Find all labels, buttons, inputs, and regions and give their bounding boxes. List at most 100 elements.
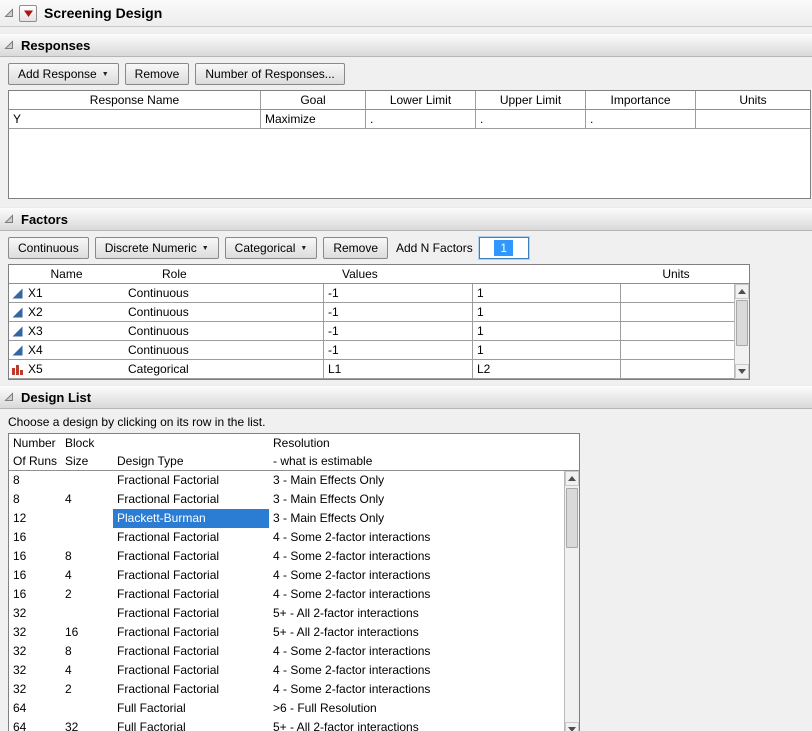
design-runs-cell[interactable]: 32 bbox=[9, 623, 61, 642]
scroll-up-button[interactable] bbox=[565, 471, 579, 486]
response-upper-limit-cell[interactable]: . bbox=[476, 110, 586, 129]
factor-value2-cell[interactable]: 1 bbox=[473, 284, 621, 303]
scroll-up-button[interactable] bbox=[735, 284, 749, 299]
design-resolution-cell[interactable]: 3 - Main Effects Only bbox=[269, 471, 579, 490]
design-block-size-cell[interactable] bbox=[61, 699, 113, 718]
factor-role-cell[interactable]: Continuous bbox=[124, 284, 324, 303]
scroll-down-button[interactable] bbox=[735, 364, 749, 379]
design-block-size-cell[interactable] bbox=[61, 509, 113, 528]
categorical-button[interactable]: Categorical ▼ bbox=[225, 237, 318, 259]
design-runs-cell[interactable]: 64 bbox=[9, 718, 61, 731]
design-resolution-cell[interactable]: 4 - Some 2-factor interactions bbox=[269, 547, 579, 566]
factor-units-cell[interactable] bbox=[621, 322, 749, 341]
design-resolution-cell[interactable]: 3 - Main Effects Only bbox=[269, 490, 579, 509]
design-block-size-cell[interactable]: 4 bbox=[61, 661, 113, 680]
design-resolution-cell[interactable]: 5+ - All 2-factor interactions bbox=[269, 623, 579, 642]
design-row[interactable]: 6432Full Factorial5+ - All 2-factor inte… bbox=[9, 718, 579, 731]
design-row[interactable]: 324Fractional Factorial4 - Some 2-factor… bbox=[9, 661, 579, 680]
design-block-size-cell[interactable] bbox=[61, 604, 113, 623]
factor-units-cell[interactable] bbox=[621, 341, 749, 360]
design-type-cell[interactable]: Fractional Factorial bbox=[113, 528, 269, 547]
design-row[interactable]: 322Fractional Factorial4 - Some 2-factor… bbox=[9, 680, 579, 699]
disclosure-triangle-icon[interactable] bbox=[4, 392, 14, 402]
design-type-cell[interactable]: Fractional Factorial bbox=[113, 547, 269, 566]
design-resolution-cell[interactable]: >6 - Full Resolution bbox=[269, 699, 579, 718]
factor-value2-cell[interactable]: L2 bbox=[473, 360, 621, 379]
design-runs-cell[interactable]: 8 bbox=[9, 490, 61, 509]
factor-role-cell[interactable]: Continuous bbox=[124, 303, 324, 322]
design-block-size-cell[interactable] bbox=[61, 471, 113, 490]
design-row[interactable]: 328Fractional Factorial4 - Some 2-factor… bbox=[9, 642, 579, 661]
scrollbar-thumb[interactable] bbox=[736, 300, 748, 346]
design-resolution-cell[interactable]: 4 - Some 2-factor interactions bbox=[269, 661, 579, 680]
design-resolution-cell[interactable]: 4 - Some 2-factor interactions bbox=[269, 680, 579, 699]
design-type-cell[interactable]: Fractional Factorial bbox=[113, 661, 269, 680]
design-list-scrollbar[interactable] bbox=[564, 471, 579, 731]
design-row[interactable]: 32 Fractional Factorial5+ - All 2-factor … bbox=[9, 604, 579, 623]
design-row[interactable]: 64Full Factorial>6 - Full Resolution bbox=[9, 699, 579, 718]
factor-value1-cell[interactable]: -1 bbox=[324, 303, 473, 322]
design-type-cell[interactable]: Plackett-Burman bbox=[113, 509, 269, 528]
design-block-size-cell[interactable]: 8 bbox=[61, 547, 113, 566]
design-resolution-cell[interactable]: 3 - Main Effects Only bbox=[269, 509, 579, 528]
discrete-numeric-button[interactable]: Discrete Numeric ▼ bbox=[95, 237, 219, 259]
factor-value1-cell[interactable]: -1 bbox=[324, 322, 473, 341]
design-row[interactable]: 164Fractional Factorial4 - Some 2-factor… bbox=[9, 566, 579, 585]
factor-name-cell[interactable]: X2 bbox=[9, 303, 124, 322]
scrollbar-thumb[interactable] bbox=[566, 488, 578, 548]
factor-name-cell[interactable]: X5 bbox=[9, 360, 124, 379]
design-row[interactable]: 3216Fractional Factorial5+ - All 2-facto… bbox=[9, 623, 579, 642]
design-resolution-cell[interactable]: 5+ - All 2-factor interactions bbox=[269, 718, 579, 731]
design-type-cell[interactable]: Fractional Factorial bbox=[113, 604, 269, 623]
design-runs-cell[interactable]: 32 bbox=[9, 680, 61, 699]
design-runs-cell[interactable]: 16 bbox=[9, 547, 61, 566]
design-runs-cell[interactable]: 32 bbox=[9, 604, 61, 623]
design-block-size-cell[interactable]: 8 bbox=[61, 642, 113, 661]
disclosure-triangle-icon[interactable] bbox=[4, 40, 14, 50]
disclosure-triangle-icon[interactable] bbox=[4, 8, 14, 18]
response-name-cell[interactable]: Y bbox=[9, 110, 261, 129]
design-block-size-cell[interactable]: 32 bbox=[61, 718, 113, 731]
design-runs-cell[interactable]: 32 bbox=[9, 642, 61, 661]
design-row[interactable]: 168Fractional Factorial4 - Some 2-factor… bbox=[9, 547, 579, 566]
design-type-cell[interactable]: Fractional Factorial bbox=[113, 471, 269, 490]
scroll-down-button[interactable] bbox=[565, 722, 579, 731]
design-runs-cell[interactable]: 32 bbox=[9, 661, 61, 680]
design-runs-cell[interactable]: 8 bbox=[9, 471, 61, 490]
response-lower-limit-cell[interactable]: . bbox=[366, 110, 476, 129]
design-resolution-cell[interactable]: 5+ - All 2-factor interactions bbox=[269, 604, 579, 623]
factors-scrollbar[interactable] bbox=[734, 284, 749, 379]
design-block-size-cell[interactable]: 4 bbox=[61, 566, 113, 585]
design-row[interactable]: 8 Fractional Factorial3 - Main Effects On… bbox=[9, 471, 579, 490]
design-runs-cell[interactable]: 12 bbox=[9, 509, 61, 528]
add-response-button[interactable]: Add Response ▼ bbox=[8, 63, 119, 85]
design-type-cell[interactable]: Fractional Factorial bbox=[113, 566, 269, 585]
design-block-size-cell[interactable] bbox=[61, 528, 113, 547]
factor-value1-cell[interactable]: L1 bbox=[324, 360, 473, 379]
factor-value2-cell[interactable]: 1 bbox=[473, 303, 621, 322]
design-row[interactable]: 12 Plackett-Burman3 - Main Effects Only bbox=[9, 509, 579, 528]
design-runs-cell[interactable]: 16 bbox=[9, 528, 61, 547]
design-runs-cell[interactable]: 16 bbox=[9, 566, 61, 585]
factor-name-cell[interactable]: X3 bbox=[9, 322, 124, 341]
factor-units-cell[interactable] bbox=[621, 284, 749, 303]
response-goal-cell[interactable]: Maximize bbox=[261, 110, 366, 129]
design-type-cell[interactable]: Fractional Factorial bbox=[113, 642, 269, 661]
design-block-size-cell[interactable]: 2 bbox=[61, 680, 113, 699]
factor-role-cell[interactable]: Categorical bbox=[124, 360, 324, 379]
factor-name-cell[interactable]: X1 bbox=[9, 284, 124, 303]
design-resolution-cell[interactable]: 4 - Some 2-factor interactions bbox=[269, 528, 579, 547]
factor-role-cell[interactable]: Continuous bbox=[124, 341, 324, 360]
design-row[interactable]: 16 Fractional Factorial4 - Some 2-factor … bbox=[9, 528, 579, 547]
continuous-button[interactable]: Continuous bbox=[8, 237, 89, 259]
remove-response-button[interactable]: Remove bbox=[125, 63, 190, 85]
response-units-cell[interactable] bbox=[696, 110, 810, 129]
factor-value1-cell[interactable]: -1 bbox=[324, 341, 473, 360]
design-resolution-cell[interactable]: 4 - Some 2-factor interactions bbox=[269, 566, 579, 585]
add-n-factors-input[interactable]: 1 bbox=[479, 237, 529, 259]
factor-units-cell[interactable] bbox=[621, 360, 749, 379]
number-of-responses-button[interactable]: Number of Responses... bbox=[195, 63, 344, 85]
design-type-cell[interactable]: Fractional Factorial bbox=[113, 680, 269, 699]
design-block-size-cell[interactable]: 2 bbox=[61, 585, 113, 604]
factor-role-cell[interactable]: Continuous bbox=[124, 322, 324, 341]
